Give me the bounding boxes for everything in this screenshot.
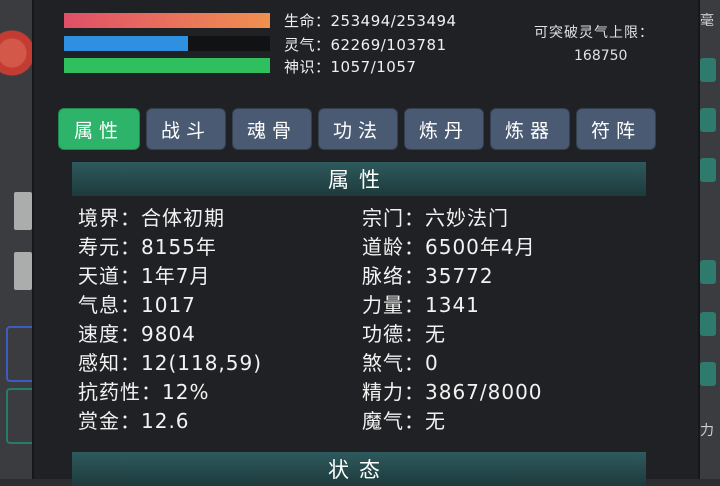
attr-speed: 速度：9804 [78, 322, 196, 346]
attr-dao-age: 道龄：6500年4月 [362, 235, 536, 259]
sense-bar [64, 58, 270, 73]
tab-bar: 属性 战斗 魂骨 功法 炼丹 炼器 符阵 [58, 108, 658, 150]
attr-lifespan: 寿元：8155年 [78, 235, 217, 259]
breakthrough-limit-value: 168750 [574, 48, 628, 64]
sense-label: 神识： [284, 58, 331, 76]
qi-stat: 灵气：62269/103781 [284, 34, 447, 55]
side-slot [14, 192, 32, 230]
attr-evil-qi: 煞气：0 [362, 351, 439, 375]
sense-stat: 神识：1057/1057 [284, 56, 416, 77]
side-slot [700, 312, 716, 336]
side-slot [700, 260, 716, 284]
tab-soul-bone[interactable]: 魂骨 [232, 108, 312, 150]
attr-merit: 功德：无 [362, 322, 446, 346]
attr-bounty: 赏金：12.6 [78, 409, 190, 433]
side-glyph: 力 [700, 423, 714, 439]
tab-combat[interactable]: 战斗 [146, 108, 226, 150]
qi-bar [64, 36, 270, 51]
hp-label: 生命： [284, 12, 331, 30]
tab-talismans[interactable]: 符阵 [576, 108, 656, 150]
hp-bar-fill [64, 13, 270, 28]
side-slot [14, 252, 32, 290]
attr-drug-resistance: 抗药性：12% [78, 380, 210, 404]
sense-bar-fill [64, 58, 270, 73]
side-glyph: 毫 [700, 13, 714, 29]
attr-sect: 宗门：六妙法门 [362, 206, 509, 230]
qi-value: 62269/103781 [330, 36, 447, 54]
character-panel: 生命：253494/253494 灵气：62269/103781 神识：1057… [32, 0, 700, 486]
sect-emblem-icon [0, 8, 34, 94]
qi-label: 灵气： [284, 36, 331, 54]
attr-strength: 力量：1341 [362, 293, 480, 317]
tab-forging[interactable]: 炼器 [490, 108, 570, 150]
attr-realm: 境界：合体初期 [78, 206, 225, 230]
hp-value: 253494/253494 [330, 12, 457, 30]
side-slot [700, 158, 716, 182]
breakthrough-limit-title: 可突破灵气上限： [534, 25, 654, 41]
attr-heaven-dao: 天道：1年7月 [78, 264, 211, 288]
attr-meridians: 脉络：35772 [362, 264, 494, 288]
tab-alchemy[interactable]: 炼丹 [404, 108, 484, 150]
state-section-header: 状态 [72, 452, 646, 486]
side-slot [700, 108, 716, 132]
side-slot [700, 58, 716, 82]
tab-attributes[interactable]: 属性 [58, 108, 140, 150]
attr-energy: 精力：3867/8000 [362, 380, 543, 404]
attributes-section-header: 属性 [72, 162, 646, 196]
attr-aura: 气息：1017 [78, 293, 196, 317]
sense-value: 1057/1057 [330, 58, 417, 76]
qi-bar-fill [64, 36, 188, 51]
hp-stat: 生命：253494/253494 [284, 10, 457, 31]
attr-demon-qi: 魔气：无 [362, 409, 446, 433]
attr-perception: 感知：12(118,59) [78, 351, 263, 375]
tab-techniques[interactable]: 功法 [318, 108, 398, 150]
side-slot [700, 362, 716, 386]
hp-bar [64, 13, 270, 28]
